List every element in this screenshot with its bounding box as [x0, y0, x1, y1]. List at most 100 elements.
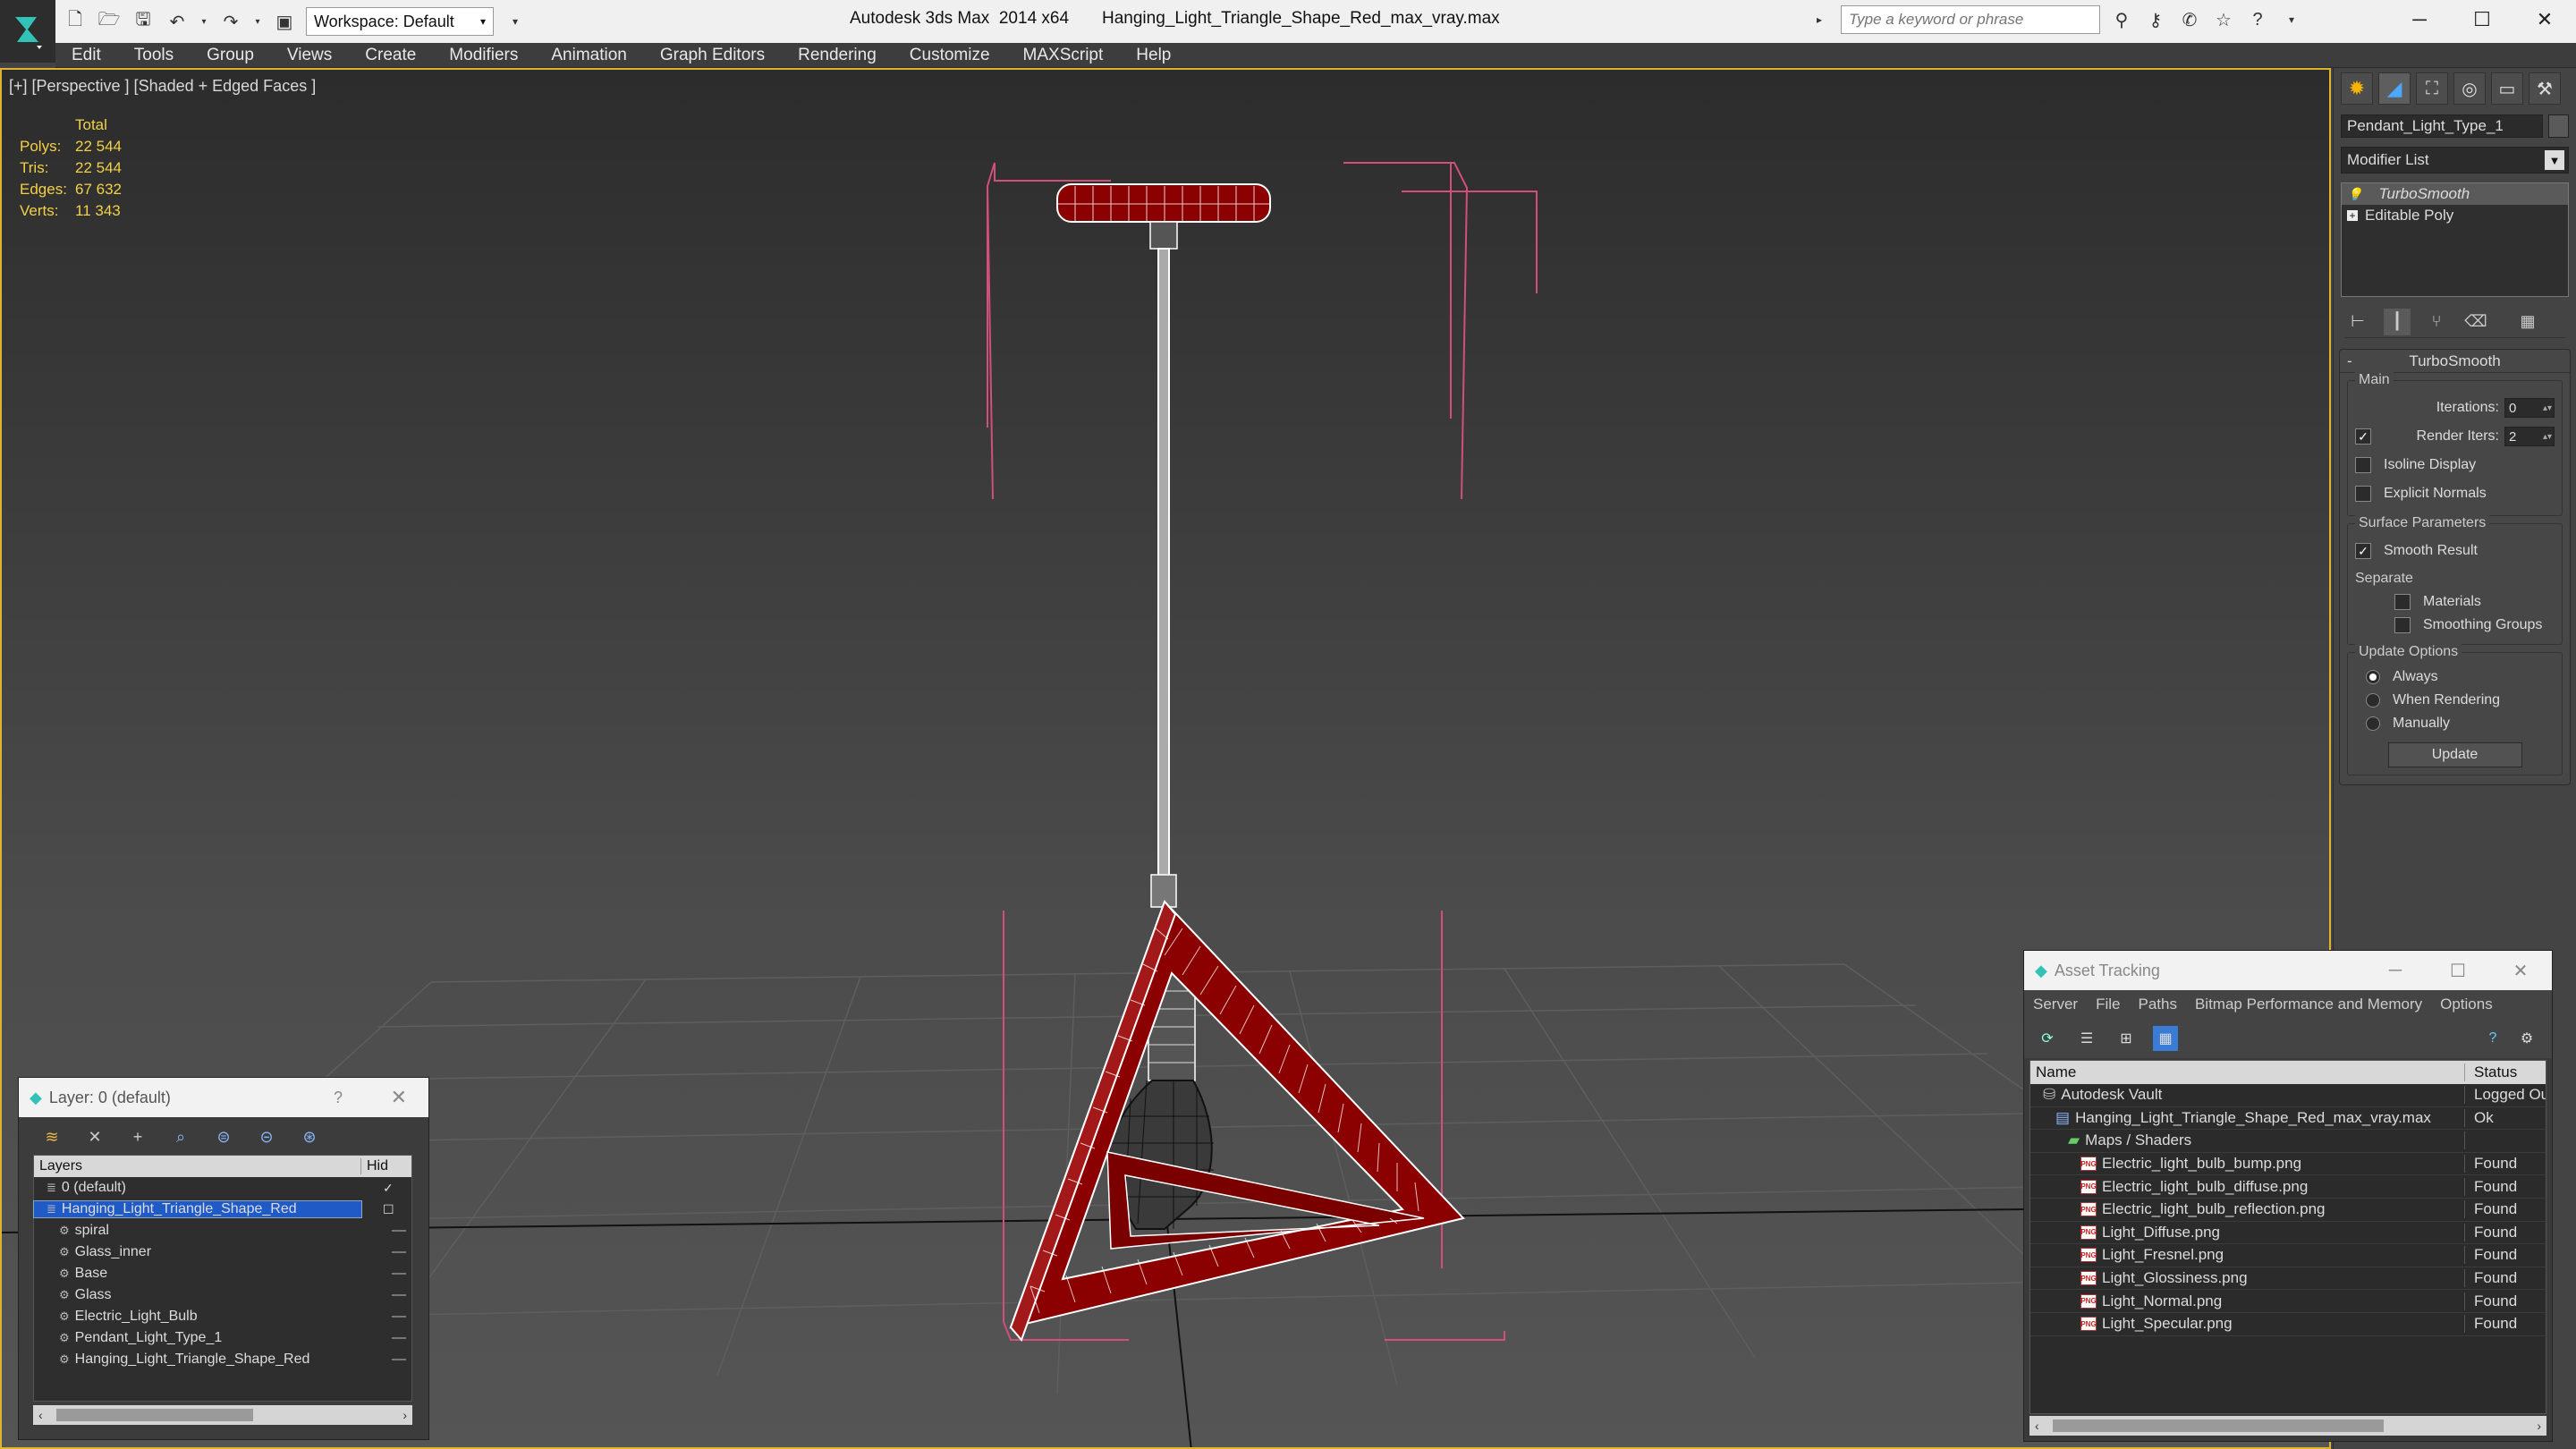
- display-tab-icon[interactable]: ▭: [2491, 72, 2523, 105]
- menu-edit[interactable]: Edit: [55, 46, 118, 65]
- menu-paths[interactable]: Paths: [2138, 996, 2176, 1013]
- layer-row[interactable]: ≣ Hanging_Light_Triangle_Shape_Red ☐: [33, 1199, 411, 1220]
- asset-row[interactable]: PNG Electric_light_bulb_reflection.png Fou…: [2030, 1199, 2546, 1222]
- new-file-icon[interactable]: 🗋: [63, 9, 88, 34]
- maximize-button[interactable]: ☐: [2451, 0, 2513, 39]
- asset-row[interactable]: ▰ Maps / Shaders: [2030, 1130, 2546, 1153]
- binoculars-icon[interactable]: ⚲: [2109, 7, 2134, 32]
- layer-row[interactable]: ⚙ Glass_inner: [34, 1241, 411, 1263]
- open-file-icon[interactable]: 🗁: [97, 9, 122, 34]
- add-layer-icon[interactable]: +: [126, 1125, 149, 1148]
- menu-tools[interactable]: Tools: [118, 46, 191, 65]
- update-button[interactable]: Update: [2387, 742, 2522, 767]
- scroll-right-icon[interactable]: ›: [2537, 1419, 2541, 1433]
- motion-tab-icon[interactable]: ◎: [2453, 72, 2486, 105]
- col-name-header[interactable]: Name: [2030, 1063, 2465, 1081]
- smooth-result-checkbox[interactable]: ✓: [2355, 543, 2371, 559]
- asset-row[interactable]: ⛁ Autodesk Vault Logged Ou: [2030, 1084, 2546, 1107]
- menu-animation[interactable]: Animation: [535, 46, 644, 65]
- menu-group[interactable]: Group: [191, 46, 271, 65]
- when-rendering-radio[interactable]: [2366, 693, 2380, 708]
- expand-arrow-icon[interactable]: ▸: [1807, 7, 1832, 32]
- layer-row[interactable]: ≣ 0 (default) ✓: [34, 1177, 411, 1199]
- menu-server[interactable]: Server: [2033, 996, 2078, 1013]
- maximize-button[interactable]: ☐: [2427, 951, 2489, 990]
- expand-plus-icon[interactable]: +: [2347, 209, 2358, 222]
- layer-row[interactable]: ⚙ Hanging_Light_Triangle_Shape_Red: [34, 1349, 411, 1370]
- spinner-arrows-icon[interactable]: ▴▾: [2543, 403, 2554, 413]
- col-layers-header[interactable]: Layers: [34, 1158, 361, 1174]
- menu-modifiers[interactable]: Modifiers: [433, 46, 535, 65]
- select-objects-icon[interactable]: ⌕: [169, 1125, 192, 1148]
- asset-row[interactable]: PNG Electric_light_bulb_bump.png Found: [2030, 1153, 2546, 1176]
- make-unique-icon[interactable]: ⑂: [2423, 309, 2450, 335]
- isoline-checkbox[interactable]: [2355, 457, 2371, 473]
- iterations-spinner[interactable]: 0 ▴▾: [2504, 398, 2555, 418]
- always-radio[interactable]: [2366, 670, 2380, 684]
- explicit-normals-checkbox[interactable]: [2355, 486, 2371, 502]
- smoothing-groups-checkbox[interactable]: [2394, 617, 2411, 633]
- menu-create[interactable]: Create: [349, 46, 433, 65]
- render-iters-spinner[interactable]: 2 ▴▾: [2504, 427, 2555, 446]
- communication-icon[interactable]: ✆: [2177, 7, 2202, 32]
- scroll-left-icon[interactable]: ‹: [38, 1408, 43, 1422]
- layer-horizontal-scrollbar[interactable]: ‹ ›: [33, 1405, 412, 1425]
- hide-all-layers-icon[interactable]: ⊝: [255, 1125, 278, 1148]
- asset-horizontal-scrollbar[interactable]: ‹ ›: [2029, 1416, 2546, 1436]
- refresh-icon[interactable]: ⟳: [2035, 1026, 2060, 1051]
- help-icon[interactable]: ?: [2480, 1026, 2505, 1051]
- asset-row[interactable]: PNG Light_Fresnel.png Found: [2030, 1244, 2546, 1267]
- layers-stack-icon[interactable]: ≋: [40, 1125, 64, 1148]
- subscription-icon[interactable]: ⚷: [2143, 7, 2168, 32]
- help-icon[interactable]: ?: [2245, 7, 2270, 32]
- settings-icon[interactable]: ⚙: [2514, 1026, 2539, 1051]
- app-logo-button[interactable]: [0, 0, 55, 63]
- close-button[interactable]: ✕: [2513, 0, 2576, 39]
- list-view-icon[interactable]: ☰: [2074, 1026, 2099, 1051]
- delete-layer-icon[interactable]: ✕: [83, 1125, 106, 1148]
- object-color-swatch[interactable]: [2548, 114, 2569, 138]
- materials-checkbox[interactable]: [2394, 594, 2411, 610]
- utilities-tab-wrench-icon[interactable]: ⚒: [2529, 72, 2561, 105]
- scroll-thumb[interactable]: [2053, 1419, 2384, 1432]
- scroll-right-icon[interactable]: ›: [402, 1408, 407, 1422]
- tree-view-icon[interactable]: ⊞: [2114, 1026, 2139, 1051]
- close-button[interactable]: ✕: [2489, 951, 2552, 990]
- pin-stack-icon[interactable]: ⊢: [2344, 309, 2371, 335]
- redo-dropdown-icon[interactable]: ▾: [252, 9, 263, 34]
- minimize-button[interactable]: ─: [2388, 0, 2451, 39]
- asset-row[interactable]: PNG Light_Specular.png Found: [2030, 1313, 2546, 1336]
- hierarchy-tab-icon[interactable]: ⛶: [2416, 72, 2448, 105]
- undo-dropdown-icon[interactable]: ▾: [199, 9, 209, 34]
- remove-modifier-icon[interactable]: ⌫: [2462, 309, 2489, 335]
- asset-row[interactable]: ▤ Hanging_Light_Triangle_Shape_Red_max_vr…: [2030, 1107, 2546, 1131]
- render-iters-checkbox[interactable]: ✓: [2355, 428, 2371, 445]
- minimize-button[interactable]: ─: [2364, 951, 2427, 990]
- menu-file[interactable]: File: [2096, 996, 2120, 1013]
- layer-row[interactable]: ⚙ Pendant_Light_Type_1: [34, 1327, 411, 1349]
- qat-customize-icon[interactable]: ▾: [503, 9, 528, 34]
- freeze-all-layers-icon[interactable]: ⊛: [298, 1125, 321, 1148]
- menu-options[interactable]: Options: [2440, 996, 2493, 1013]
- col-status-header[interactable]: Status: [2465, 1063, 2546, 1081]
- menu-help[interactable]: Help: [1120, 46, 1188, 65]
- project-folder-icon[interactable]: ▣: [272, 9, 297, 34]
- search-input[interactable]: [1841, 5, 2100, 34]
- configure-sets-icon[interactable]: ▦: [2514, 309, 2541, 335]
- workspace-dropdown[interactable]: Workspace: Default ▾: [306, 7, 494, 36]
- hide-toggle-icon[interactable]: ☐: [361, 1202, 394, 1217]
- layer-row[interactable]: ⚙ spiral: [34, 1220, 411, 1241]
- layer-row[interactable]: ⚙ Glass: [34, 1284, 411, 1306]
- redo-icon[interactable]: ↷: [218, 9, 243, 34]
- asset-tracking-title-bar[interactable]: ◆ Asset Tracking ─ ☐ ✕: [2024, 951, 2552, 990]
- favorites-star-icon[interactable]: ☆: [2211, 7, 2236, 32]
- active-layer-check-icon[interactable]: ✓: [361, 1181, 394, 1196]
- menu-customize[interactable]: Customize: [894, 46, 1007, 65]
- highlight-layer-icon[interactable]: ⊜: [212, 1125, 235, 1148]
- asset-row[interactable]: PNG Light_Diffuse.png Found: [2030, 1222, 2546, 1245]
- stack-item-editable-poly[interactable]: + Editable Poly: [2342, 205, 2568, 226]
- help-dropdown-icon[interactable]: ▾: [2279, 7, 2304, 32]
- spinner-arrows-icon[interactable]: ▴▾: [2543, 432, 2554, 442]
- menu-views[interactable]: Views: [271, 46, 349, 65]
- scroll-left-icon[interactable]: ‹: [2035, 1419, 2039, 1433]
